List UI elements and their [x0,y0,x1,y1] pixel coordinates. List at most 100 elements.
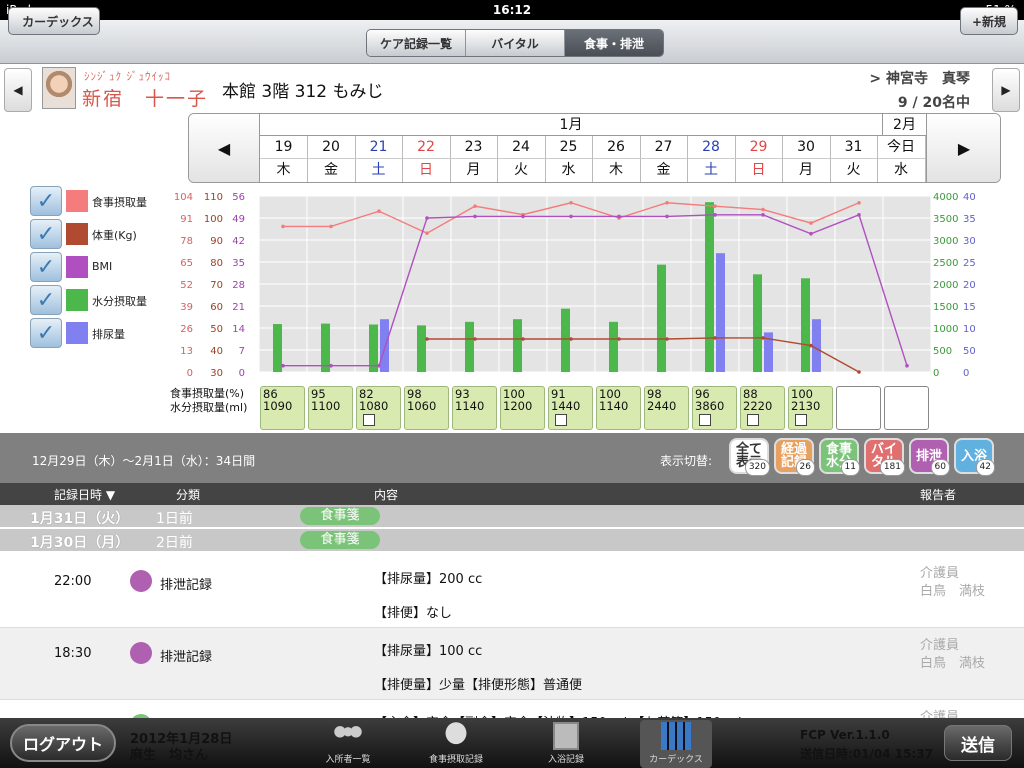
calendar-weekday: 木 [609,162,623,178]
series-point [857,200,861,205]
legend-label: 排尿量 [92,328,125,341]
tab-care-records[interactable]: ケア記録一覧 [367,30,466,56]
intake-cell[interactable] [836,386,881,430]
calendar-day[interactable]: 29 日 [735,136,783,182]
date-group-row[interactable]: 1月30日（月） 2日前 食事箋 [0,529,1024,552]
column-date[interactable]: 記録日時 ▼ [54,486,115,503]
water-intake-label: 水分摂取量(ml) [170,401,248,414]
series-point [809,343,813,348]
calendar-next-button[interactable]: ▶ [926,114,1000,182]
water-intake-value: 1080 [359,399,389,413]
patient-kana: ｼﾝｼﾞｭｸ ｼﾞｭｳｲｯｺ [84,70,171,83]
intake-cell[interactable] [884,386,929,430]
bar-water [321,323,330,372]
filter-progress-button[interactable]: 経過記録 26 [774,438,815,476]
calendar-date: 19 [260,136,307,159]
tab-kardex[interactable]: カーデックス [640,720,712,768]
y-tick-label: 0 [239,368,245,378]
intake-cell[interactable]: 96 3860 [692,386,737,430]
calendar-prev-button[interactable]: ◀ [189,114,260,182]
intake-cell[interactable]: 98 2440 [644,386,689,430]
bar-water [465,321,474,372]
back-button[interactable]: カーデックス [8,7,100,35]
bath-icon [553,722,579,750]
tab-bath-record[interactable]: 入浴記録 [530,720,602,768]
intake-cell[interactable]: 91 1440 [548,386,593,430]
intake-cell[interactable]: 82 1080 [356,386,401,430]
y-tick-label: 100 [204,214,223,225]
calendar-day[interactable]: 22 日 [402,136,451,182]
calendar-day[interactable]: 21 土 [355,136,403,182]
logout-button[interactable]: ログアウト [10,724,116,762]
tab-vitals[interactable]: バイタル [466,30,565,56]
intake-cell[interactable]: 100 1140 [596,386,641,430]
calendar-weekday: 火 [846,162,861,178]
note-icon [747,414,759,426]
tab-meal-excretion[interactable]: 食事・排泄 [565,30,663,56]
calendar-day[interactable]: 19 木 [260,136,308,182]
calendar-weekday: 金 [656,162,671,178]
series-point [713,204,717,208]
calendar-day[interactable]: 24 火 [497,136,546,182]
filter-excretion-button[interactable]: 排泄 60 [909,438,950,476]
intake-cell[interactable]: 95 1100 [308,386,353,430]
intake-cell[interactable]: 88 2220 [740,386,785,430]
calendar-day[interactable]: 25 水 [545,136,593,182]
y-tick-label: 49 [232,214,245,225]
staff-link[interactable]: > 神宮寺 真琴 [869,68,970,88]
legend-checkbox[interactable]: ✓ [30,285,62,315]
intake-cell[interactable]: 93 1140 [452,386,497,430]
series-point [905,363,909,368]
bar-water [657,264,666,372]
table-row[interactable]: 18:30 排泄記録 【排尿量】100 cc 【排便量】少量【排便形態】普通便 介護員白… [0,628,1024,700]
series-point [377,209,381,214]
legend-checkbox[interactable]: ✓ [30,186,62,216]
filter-meal-water-button[interactable]: 食事水分 11 [819,438,860,476]
series-point [473,214,477,219]
calendar-day[interactable]: 28 土 [687,136,736,182]
tab-residents[interactable]: 入所者一覧 [312,720,384,768]
y-tick-label: 500 [963,346,975,357]
table-row[interactable]: 22:00 排泄記録 【排尿量】200 cc 【排便】なし 介護員 白鳥 満枝 [0,556,1024,628]
intake-cell[interactable]: 98 1060 [404,386,449,430]
y-tick-label: 4000 [963,192,975,203]
bowl-icon [440,722,472,750]
diet-tag[interactable]: 食事箋 [300,507,380,525]
calendar-month-2: 2月 [883,114,926,136]
next-patient-button[interactable]: ▶ [992,68,1020,112]
y-tick-label: 1500 [963,302,975,313]
filter-vitals-button[interactable]: バイタル181 [864,438,905,476]
send-button[interactable]: 送信 [944,725,1012,761]
legend-checkbox[interactable]: ✓ [30,318,62,348]
calendar-day[interactable]: 30 月 [782,136,831,182]
calendar-weekday: 水 [894,162,908,178]
intake-cell[interactable]: 100 2130 [788,386,833,430]
legend-checkbox[interactable]: ✓ [30,219,62,249]
calendar-day[interactable]: 31 火 [830,136,878,182]
calendar-day[interactable]: 27 金 [640,136,688,182]
diet-tag[interactable]: 食事箋 [300,531,380,549]
y-tick-label: 21 [232,302,245,313]
patient-location: 本館 3階 312 もみじ [222,82,384,102]
y-tick-label: 78 [180,236,193,247]
date-group-row[interactable]: 1月31日（火） 1日前 食事箋 [0,505,1024,528]
calendar-day[interactable]: 23 月 [450,136,498,182]
calendar-day[interactable]: 26 木 [592,136,641,182]
legend-checkbox[interactable]: ✓ [30,252,62,282]
y-tick-label: 90 [210,236,223,247]
series-point [665,200,669,205]
calendar-day[interactable]: 今日水 [877,136,926,182]
filter-all-button[interactable]: 全て表示320 [729,438,770,476]
calendar-date: 27 [640,136,687,159]
calendar-day[interactable]: 20 金 [307,136,356,182]
new-button[interactable]: +新規 [960,7,1018,35]
intake-cell[interactable]: 86 1090 [260,386,305,430]
prev-patient-button[interactable]: ◀ [4,68,32,112]
column-content: 内容 [374,488,399,502]
filter-bath-button[interactable]: 入浴 42 [954,438,995,476]
intake-cell[interactable]: 100 1200 [500,386,545,430]
tab-meal-record[interactable]: 食事摂取記録 [420,720,492,768]
checkmark-icon: ✓ [36,320,56,346]
calendar-date: 28 [687,136,735,159]
y-tick-label: 500 [933,346,952,357]
